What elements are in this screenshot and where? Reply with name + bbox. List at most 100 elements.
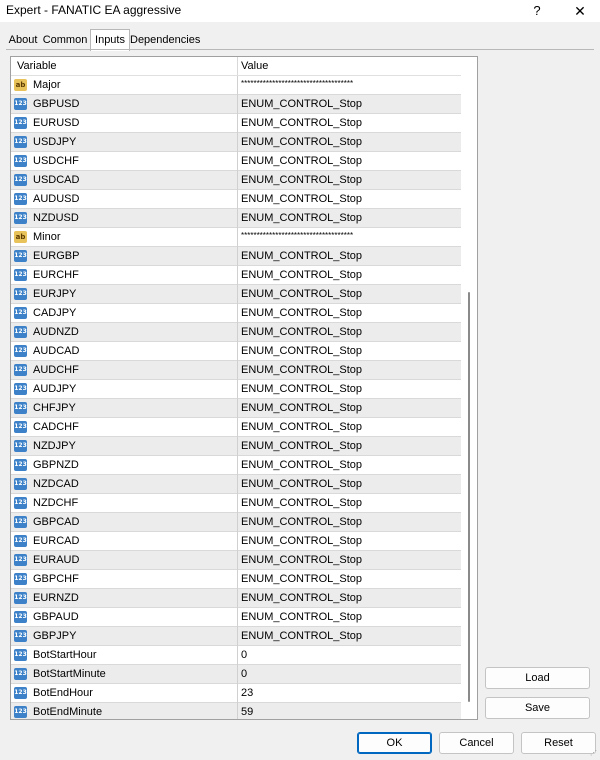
- table-row[interactable]: 123 EURNZD ENUM_CONTROL_Stop: [11, 589, 461, 608]
- table-row[interactable]: 123 GBPAUD ENUM_CONTROL_Stop: [11, 608, 461, 627]
- integer-type-icon: 123: [14, 497, 27, 509]
- table-row[interactable]: 123 GBPJPY ENUM_CONTROL_Stop: [11, 627, 461, 646]
- variable-value[interactable]: ENUM_CONTROL_Stop: [241, 380, 362, 398]
- cell-divider: [237, 437, 238, 456]
- variable-name: CADJPY: [33, 307, 77, 319]
- integer-type-icon: 123: [14, 364, 27, 376]
- variable-value[interactable]: ENUM_CONTROL_Stop: [241, 627, 362, 645]
- table-row[interactable]: 123 NZDUSD ENUM_CONTROL_Stop: [11, 209, 461, 228]
- resize-grip-icon[interactable]: ⋰: [590, 750, 598, 758]
- integer-type-icon: 123: [14, 459, 27, 471]
- column-separator[interactable]: [237, 57, 238, 75]
- cell-divider: [237, 570, 238, 589]
- variable-value[interactable]: 0: [241, 646, 247, 664]
- table-row[interactable]: 123 NZDJPY ENUM_CONTROL_Stop: [11, 437, 461, 456]
- variable-value[interactable]: ENUM_CONTROL_Stop: [241, 437, 362, 455]
- table-row[interactable]: 123 AUDJPY ENUM_CONTROL_Stop: [11, 380, 461, 399]
- variable-value[interactable]: ENUM_CONTROL_Stop: [241, 190, 362, 208]
- integer-type-icon: 123: [14, 326, 27, 338]
- variable-value[interactable]: ENUM_CONTROL_Stop: [241, 532, 362, 550]
- table-row[interactable]: 123 CADJPY ENUM_CONTROL_Stop: [11, 304, 461, 323]
- table-row[interactable]: 123 AUDCAD ENUM_CONTROL_Stop: [11, 342, 461, 361]
- variable-value[interactable]: ENUM_CONTROL_Stop: [241, 285, 362, 303]
- variable-value[interactable]: ENUM_CONTROL_Stop: [241, 608, 362, 626]
- table-row[interactable]: 123 AUDNZD ENUM_CONTROL_Stop: [11, 323, 461, 342]
- variable-value[interactable]: ENUM_CONTROL_Stop: [241, 570, 362, 588]
- table-row[interactable]: ab Minor *********************************…: [11, 228, 461, 247]
- table-row[interactable]: 123 AUDUSD ENUM_CONTROL_Stop: [11, 190, 461, 209]
- variable-value[interactable]: ENUM_CONTROL_Stop: [241, 456, 362, 474]
- table-row[interactable]: 123 GBPUSD ENUM_CONTROL_Stop: [11, 95, 461, 114]
- variable-value[interactable]: ENUM_CONTROL_Stop: [241, 133, 362, 151]
- integer-type-icon: 123: [14, 402, 27, 414]
- cancel-button[interactable]: Cancel: [439, 732, 514, 754]
- variable-value[interactable]: ENUM_CONTROL_Stop: [241, 209, 362, 227]
- table-row[interactable]: 123 EURGBP ENUM_CONTROL_Stop: [11, 247, 461, 266]
- integer-type-icon: 123: [14, 383, 27, 395]
- table-row[interactable]: 123 CHFJPY ENUM_CONTROL_Stop: [11, 399, 461, 418]
- table-row[interactable]: 123 AUDCHF ENUM_CONTROL_Stop: [11, 361, 461, 380]
- variable-value[interactable]: ENUM_CONTROL_Stop: [241, 399, 362, 417]
- variable-value[interactable]: ENUM_CONTROL_Stop: [241, 152, 362, 170]
- variable-value[interactable]: ENUM_CONTROL_Stop: [241, 323, 362, 341]
- table-row[interactable]: 123 GBPNZD ENUM_CONTROL_Stop: [11, 456, 461, 475]
- column-header-value[interactable]: Value: [241, 57, 268, 75]
- cell-divider: [237, 304, 238, 323]
- integer-type-icon: 123: [14, 421, 27, 433]
- title-bar: Expert - FANATIC EA aggressive ? ✕: [0, 0, 600, 22]
- tab-common[interactable]: Common: [42, 31, 88, 49]
- ok-button[interactable]: OK: [357, 732, 432, 754]
- table-row[interactable]: 123 NZDCHF ENUM_CONTROL_Stop: [11, 494, 461, 513]
- table-row[interactable]: ab Major *********************************…: [11, 76, 461, 95]
- variable-value[interactable]: ENUM_CONTROL_Stop: [241, 475, 362, 493]
- variable-value[interactable]: ENUM_CONTROL_Stop: [241, 171, 362, 189]
- cell-divider: [237, 608, 238, 627]
- table-row[interactable]: 123 BotEndHour 23: [11, 684, 461, 703]
- variable-value[interactable]: ************************************: [241, 227, 353, 245]
- tab-inputs[interactable]: Inputs: [90, 29, 130, 51]
- variable-value[interactable]: ENUM_CONTROL_Stop: [241, 304, 362, 322]
- table-row[interactable]: 123 BotEndMinute 59: [11, 703, 461, 719]
- variable-name: NZDCAD: [33, 478, 79, 490]
- variable-value[interactable]: ENUM_CONTROL_Stop: [241, 114, 362, 132]
- help-button[interactable]: ?: [525, 0, 549, 22]
- integer-type-icon: 123: [14, 649, 27, 661]
- table-row[interactable]: 123 USDCAD ENUM_CONTROL_Stop: [11, 171, 461, 190]
- table-row[interactable]: 123 BotStartHour 0: [11, 646, 461, 665]
- variable-value[interactable]: ENUM_CONTROL_Stop: [241, 247, 362, 265]
- variable-value[interactable]: ENUM_CONTROL_Stop: [241, 418, 362, 436]
- table-row[interactable]: 123 EURCHF ENUM_CONTROL_Stop: [11, 266, 461, 285]
- variable-value[interactable]: ENUM_CONTROL_Stop: [241, 266, 362, 284]
- table-row[interactable]: 123 EURAUD ENUM_CONTROL_Stop: [11, 551, 461, 570]
- variable-value[interactable]: ENUM_CONTROL_Stop: [241, 551, 362, 569]
- load-button[interactable]: Load: [485, 667, 590, 689]
- variable-value[interactable]: ENUM_CONTROL_Stop: [241, 589, 362, 607]
- reset-button[interactable]: Reset: [521, 732, 596, 754]
- variable-value[interactable]: ENUM_CONTROL_Stop: [241, 95, 362, 113]
- table-row[interactable]: 123 EURCAD ENUM_CONTROL_Stop: [11, 532, 461, 551]
- variable-value[interactable]: ENUM_CONTROL_Stop: [241, 361, 362, 379]
- close-button[interactable]: ✕: [568, 0, 592, 22]
- variable-value[interactable]: 59: [241, 703, 253, 719]
- table-row[interactable]: 123 EURJPY ENUM_CONTROL_Stop: [11, 285, 461, 304]
- variable-value[interactable]: ENUM_CONTROL_Stop: [241, 494, 362, 512]
- variable-value[interactable]: 0: [241, 665, 247, 683]
- table-row[interactable]: 123 USDJPY ENUM_CONTROL_Stop: [11, 133, 461, 152]
- table-row[interactable]: 123 NZDCAD ENUM_CONTROL_Stop: [11, 475, 461, 494]
- table-row[interactable]: 123 EURUSD ENUM_CONTROL_Stop: [11, 114, 461, 133]
- table-row[interactable]: 123 CADCHF ENUM_CONTROL_Stop: [11, 418, 461, 437]
- tab-dependencies[interactable]: Dependencies: [130, 31, 200, 49]
- column-header-variable[interactable]: Variable: [17, 57, 57, 75]
- table-row[interactable]: 123 USDCHF ENUM_CONTROL_Stop: [11, 152, 461, 171]
- scrollbar-thumb[interactable]: [468, 292, 470, 702]
- tab-about[interactable]: About: [6, 31, 40, 49]
- variable-value[interactable]: ENUM_CONTROL_Stop: [241, 513, 362, 531]
- variable-value[interactable]: ************************************: [241, 75, 353, 93]
- variable-value[interactable]: ENUM_CONTROL_Stop: [241, 342, 362, 360]
- save-button[interactable]: Save: [485, 697, 590, 719]
- variable-value[interactable]: 23: [241, 684, 253, 702]
- table-row[interactable]: 123 BotStartMinute 0: [11, 665, 461, 684]
- table-row[interactable]: 123 GBPCAD ENUM_CONTROL_Stop: [11, 513, 461, 532]
- inputs-table: Variable Value ab Major ******************…: [10, 56, 478, 720]
- table-row[interactable]: 123 GBPCHF ENUM_CONTROL_Stop: [11, 570, 461, 589]
